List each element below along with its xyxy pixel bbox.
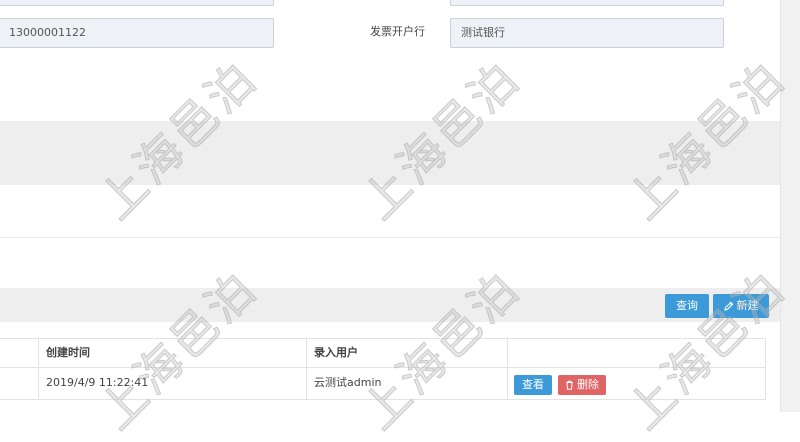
created-at-cell: 2019/4/9 11:22:41	[46, 376, 149, 389]
delete-button[interactable]: 删除	[558, 375, 606, 395]
phone-field[interactable]: 13000001122	[0, 18, 274, 48]
entered-by-cell: 云测试admin	[314, 376, 382, 389]
column-header-entered-by[interactable]: 录入用户	[306, 339, 506, 367]
section-header	[0, 121, 780, 185]
table-row: 2019/4/9 11:22:41 云测试admin 查看 删除	[0, 368, 765, 399]
top-left-input[interactable]	[0, 0, 274, 6]
column-header-created-at[interactable]: 创建时间	[38, 339, 306, 367]
view-button-label: 查看	[522, 378, 544, 391]
query-button-label: 查询	[676, 299, 698, 312]
new-button[interactable]: 新建	[713, 294, 769, 318]
view-button[interactable]: 查看	[514, 375, 552, 395]
trash-icon	[565, 380, 574, 390]
query-button[interactable]: 查询	[665, 294, 709, 318]
invoice-bank-field[interactable]: 测试银行	[450, 18, 724, 48]
toolbar	[0, 288, 780, 322]
new-button-label: 新建	[736, 299, 759, 312]
scrollbar[interactable]	[780, 0, 800, 412]
top-right-input[interactable]	[450, 0, 724, 6]
divider	[0, 237, 780, 238]
invoice-bank-label: 发票开户行	[370, 25, 425, 38]
pencil-icon	[723, 301, 734, 311]
delete-button-label: 删除	[577, 378, 599, 391]
